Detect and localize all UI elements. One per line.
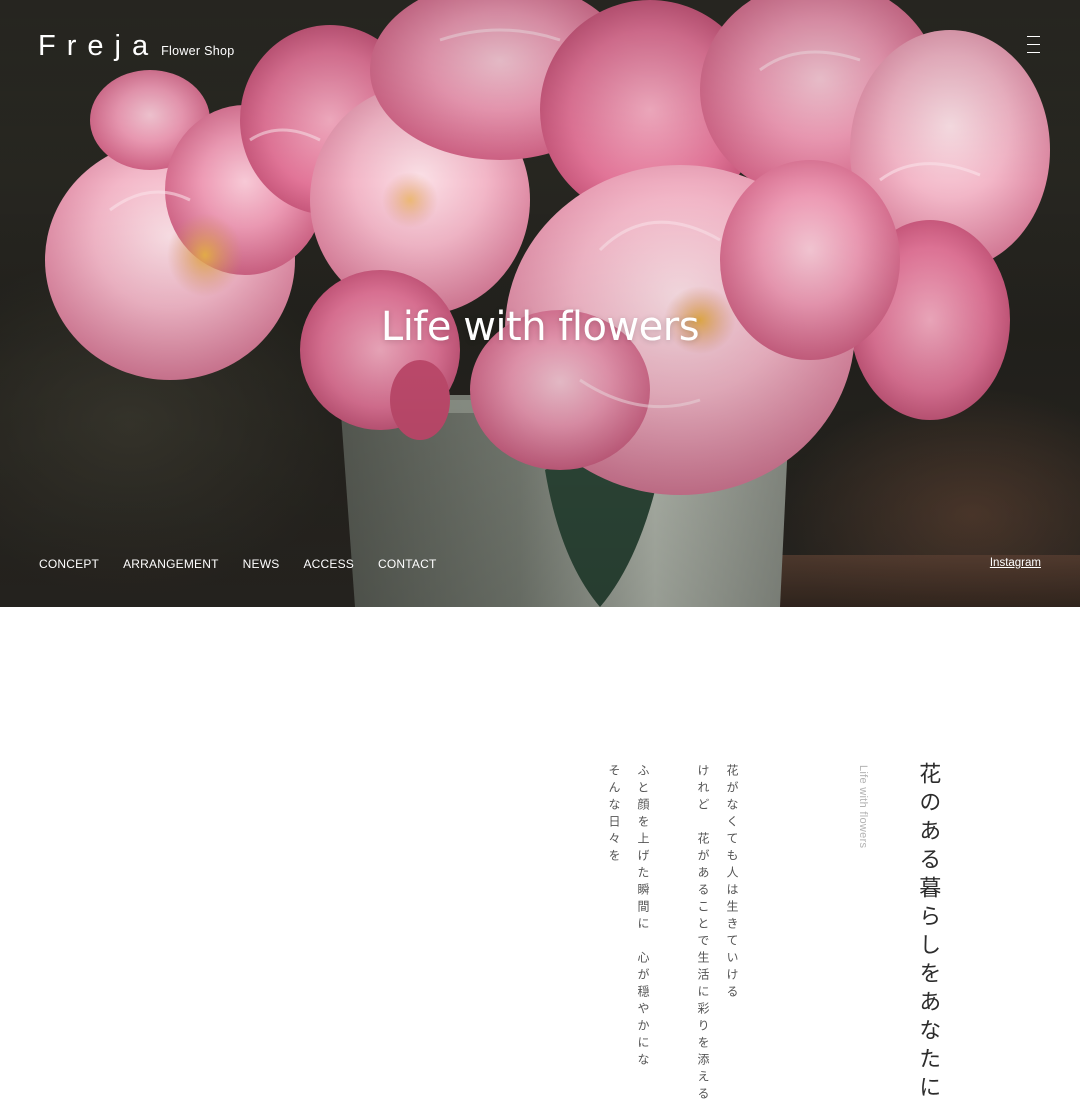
concept-line-2: けれど 花があることで生活に彩りを添える xyxy=(696,764,710,1104)
nav-item-concept[interactable]: CONCEPT xyxy=(39,557,99,571)
hero-section: Freja Flower Shop Life with flowers CONC… xyxy=(0,0,1080,607)
logo-subtitle: Flower Shop xyxy=(161,44,235,58)
nav-item-news[interactable]: NEWS xyxy=(243,557,280,571)
logo-wordmark: Freja xyxy=(38,30,160,62)
logo[interactable]: Freja Flower Shop xyxy=(38,30,235,63)
instagram-link[interactable]: Instagram xyxy=(990,557,1041,569)
nav-item-contact[interactable]: CONTACT xyxy=(378,557,437,571)
nav-item-arrangement[interactable]: ARRANGEMENT xyxy=(123,557,219,571)
concept-line-4: そんな日々を xyxy=(607,764,621,866)
main-nav: CONCEPT ARRANGEMENT NEWS ACCESS CONTACT xyxy=(39,557,461,571)
concept-label: Life with flowers xyxy=(857,765,869,849)
concept-heading: 花のある暮らしをあなたに xyxy=(915,762,941,1104)
hero-title: Life with flowers xyxy=(380,303,700,350)
nav-item-access[interactable]: ACCESS xyxy=(303,557,354,571)
concept-line-3: ふと顔を上げた瞬間に 心が穏やかにな xyxy=(636,764,650,1070)
hamburger-menu-icon[interactable] xyxy=(1027,35,1041,55)
concept-line-1: 花がなくても人は生きていける xyxy=(725,764,739,1002)
